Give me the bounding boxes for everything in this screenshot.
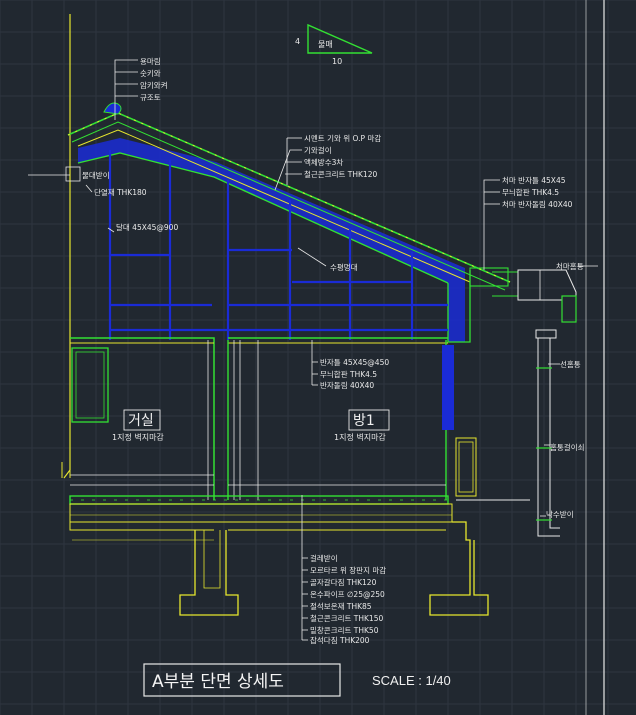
floor-callouts: 걸레받이 모르타르 위 장판지 마감 골자갈다짐 THK120 온수파이프 ∅2…: [310, 553, 386, 645]
slope-run: 10: [332, 57, 342, 66]
drawing-title: A부분 단면 상세도: [152, 672, 284, 692]
callout-floor-baseboard: 걸레받이: [310, 553, 338, 563]
callout-floor-slab: 철근콘크리트 THK150: [310, 613, 383, 623]
drawing-scale: SCALE : 1/40: [372, 673, 451, 688]
callout-eave-frame: 처마 반자틀 45X45: [502, 176, 566, 185]
room-bedroom: 방1 1지정 벽지마감: [334, 409, 390, 442]
slope-symbol: 4 물매 10: [295, 23, 373, 66]
callout-floor-finish: 모르타르 위 장판지 마감: [310, 565, 386, 575]
callout-eave-molding: 처마 반자돌림 40X40: [502, 200, 573, 209]
callout-roof-tile: 시멘트 기와 위 O.P 마감: [304, 133, 381, 143]
left-wall-line: [63, 14, 71, 479]
callout-ceiling-plywood: 무늬합판 THK4.5: [320, 369, 377, 379]
callout-floor-rubble: 잡석다짐 THK200: [310, 635, 370, 645]
section-drawing: 4 물매 10 용마림 숫키와 암키와켜 규조토 시멘트 기와 위 O.P 마감…: [0, 0, 636, 715]
room-finish-bedroom: 1지정 벽지마감: [334, 432, 386, 442]
callout-floor-pipe: 온수파이프 ∅25@250: [310, 589, 385, 599]
callout-ridge-female-tile: 암키와켜: [140, 80, 168, 90]
callout-hanger: 달대 45X45@900: [116, 223, 178, 232]
callout-ridge-clay: 규조토: [140, 93, 161, 102]
room-finish-living: 1지정 벽지마감: [112, 432, 164, 442]
callout-suspension: 수평멍대: [330, 262, 358, 272]
room-name-bedroom: 방1: [353, 413, 375, 429]
roof-callouts: 시멘트 기와 위 O.P 마감 기와걸이 액체방수3차 철근콘크리트 THK12…: [304, 133, 381, 179]
callout-ceiling-frame: 반자틀 45X45@450: [320, 358, 389, 367]
callout-wall-insulation: 단열재 THK180: [94, 187, 147, 197]
ceiling-callouts: 반자틀 45X45@450 무늬합판 THK4.5 반자돌림 40X40: [320, 358, 389, 390]
slope-label: 물매: [318, 40, 333, 49]
floor-slab: [69, 474, 489, 616]
callout-pipe-bracket: 홈통걸이쇠: [550, 442, 585, 452]
cad-viewport[interactable]: 4 물매 10 용마림 숫키와 암키와켜 규조토 시멘트 기와 위 O.P 마감…: [0, 0, 636, 715]
callout-ridge-male-tile: 숫키와: [140, 68, 161, 78]
callout-floor-insulation: 절석보온재 THK85: [310, 601, 372, 611]
callout-floor-lean-concrete: 밑창콘크리트 THK50: [310, 626, 379, 635]
room-living: 거실 1지정 벽지마감: [112, 409, 164, 442]
title-block: A부분 단면 상세도 SCALE : 1/40: [143, 663, 451, 697]
callout-roof-waterproofing: 액체방수3차: [304, 157, 343, 167]
callout-wall-flashing: 물대받이: [82, 170, 110, 180]
callout-downpipe: 선홈통: [560, 359, 581, 369]
callout-roof-slab: 철근콘크리트 THK120: [304, 169, 377, 179]
room-name-living: 거실: [128, 413, 154, 429]
callout-splash-block: 낙수받이: [546, 509, 574, 519]
callout-floor-gravel: 골자갈다짐 THK120: [310, 577, 377, 587]
callout-fascia-gutter: 처마홈통: [556, 261, 584, 271]
callout-ridge-cap: 용마림: [140, 57, 161, 66]
callout-roof-batten: 기와걸이: [304, 145, 332, 155]
slope-rise: 4: [295, 37, 300, 46]
callout-ceiling-molding: 반자돌림 40X40: [320, 381, 374, 390]
callout-eave-plywood: 무늬합판 THK4.5: [502, 187, 559, 197]
